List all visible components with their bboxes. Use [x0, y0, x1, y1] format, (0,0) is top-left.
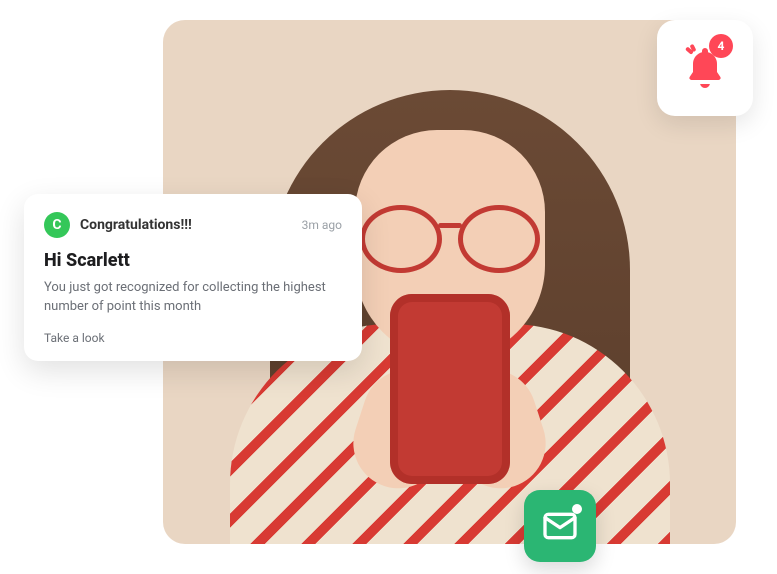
- recognition-toast[interactable]: C Congratulations!!! 3m ago Hi Scarlett …: [24, 194, 362, 361]
- avatar-letter: C: [52, 217, 61, 233]
- toast-header: C Congratulations!!! 3m ago: [44, 212, 342, 238]
- glasses-icon: [360, 205, 540, 265]
- stage: 4 C Congratulations!!! 3m ago Hi Scarlet…: [0, 0, 777, 574]
- toast-time: 3m ago: [302, 218, 342, 232]
- toast-body: You just got recognized for collecting t…: [44, 279, 342, 317]
- mail-tile[interactable]: [524, 490, 596, 562]
- notification-bell-card[interactable]: 4: [657, 20, 753, 116]
- toast-greeting: Hi Scarlett: [44, 250, 342, 271]
- toast-title: Congratulations!!!: [80, 217, 192, 233]
- bell-badge: 4: [709, 34, 733, 58]
- mail-unread-dot-icon: [572, 504, 582, 514]
- avatar: C: [44, 212, 70, 238]
- phone-icon: [390, 294, 510, 484]
- bell-badge-count: 4: [718, 39, 725, 53]
- toast-cta[interactable]: Take a look: [44, 331, 342, 345]
